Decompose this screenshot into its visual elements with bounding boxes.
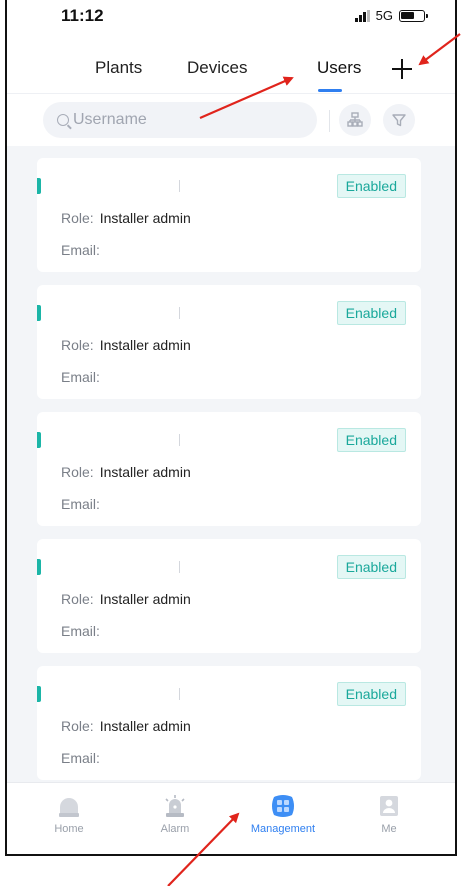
alarm-icon: [165, 795, 185, 817]
filter-button[interactable]: [383, 104, 415, 136]
nav-home[interactable]: Home: [29, 793, 109, 835]
user-card[interactable]: Enabled Role: Installer admin Email:: [37, 666, 421, 780]
role-value: Installer admin: [99, 210, 191, 226]
signal-icon: [354, 9, 370, 22]
add-user-button[interactable]: [391, 58, 413, 80]
role-value: Installer admin: [99, 464, 191, 480]
user-card[interactable]: Enabled Role: Installer admin Email:: [37, 285, 421, 399]
status-badge: Enabled: [336, 301, 406, 325]
org-structure-button[interactable]: [339, 104, 371, 136]
top-tabs: Plants Devices Users: [7, 56, 455, 94]
email-row: Email:: [61, 496, 106, 512]
search-icon: [57, 114, 69, 126]
status-badge: Enabled: [336, 555, 406, 579]
nav-me-label: Me: [381, 823, 397, 835]
battery-icon: [399, 9, 428, 22]
tab-plants[interactable]: Plants: [95, 58, 142, 78]
email-row: Email:: [61, 369, 106, 385]
tab-devices[interactable]: Devices: [187, 58, 247, 78]
role-label: Role:: [61, 718, 94, 734]
nav-management-label: Management: [250, 823, 316, 835]
role-value: Installer admin: [99, 337, 191, 353]
card-accent: [37, 432, 41, 448]
nav-alarm[interactable]: Alarm: [135, 793, 215, 835]
card-accent: [37, 178, 41, 194]
search-box[interactable]: [43, 102, 317, 138]
role-row: Role: Installer admin: [61, 210, 191, 226]
email-row: Email:: [61, 242, 106, 258]
email-row: Email:: [61, 623, 106, 639]
status-badge: Enabled: [336, 682, 406, 706]
role-row: Role: Installer admin: [61, 464, 191, 480]
nav-home-label: Home: [54, 823, 84, 835]
active-tab-indicator: [318, 89, 342, 92]
filter-icon: [392, 114, 406, 127]
network-label: 5G: [375, 8, 393, 23]
status-bar: 11:12 5G: [7, 0, 455, 34]
email-label: Email:: [61, 242, 100, 258]
status-indicators: 5G: [354, 8, 428, 23]
role-label: Role:: [61, 464, 94, 480]
email-label: Email:: [61, 496, 100, 512]
role-label: Role:: [61, 591, 94, 607]
user-card[interactable]: Enabled Role: Installer admin Email:: [37, 539, 421, 653]
redacted-name: [179, 307, 180, 319]
user-list: Enabled Role: Installer admin Email: Enab…: [7, 146, 455, 782]
role-row: Role: Installer admin: [61, 718, 191, 734]
nav-management[interactable]: Management: [243, 793, 323, 835]
role-value: Installer admin: [99, 591, 191, 607]
redacted-name: [179, 688, 180, 700]
status-badge: Enabled: [336, 174, 406, 198]
card-accent: [37, 305, 41, 321]
me-icon: [380, 796, 398, 816]
role-value: Installer admin: [99, 718, 191, 734]
nav-alarm-label: Alarm: [160, 823, 190, 835]
user-card[interactable]: Enabled Role: Installer admin Email:: [37, 158, 421, 272]
role-row: Role: Installer admin: [61, 337, 191, 353]
nav-me[interactable]: Me: [349, 793, 429, 835]
email-label: Email:: [61, 623, 100, 639]
email-row: Email:: [61, 750, 106, 766]
card-accent: [37, 559, 41, 575]
role-label: Role:: [61, 210, 94, 226]
org-chart-icon: [347, 112, 363, 127]
email-label: Email:: [61, 369, 100, 385]
search-input[interactable]: [73, 111, 303, 129]
bottom-nav: Home Alarm Management Me: [7, 782, 455, 854]
redacted-name: [179, 180, 180, 192]
redacted-name: [179, 434, 180, 446]
tab-users[interactable]: Users: [317, 58, 361, 78]
management-icon: [272, 795, 294, 817]
status-time: 11:12: [61, 6, 104, 25]
role-row: Role: Installer admin: [61, 591, 191, 607]
phone-frame: 11:12 5G Plants Devices Users Username E…: [5, 0, 457, 856]
role-label: Role:: [61, 337, 94, 353]
search-divider: [329, 110, 330, 132]
home-icon: [59, 798, 79, 817]
status-badge: Enabled: [336, 428, 406, 452]
redacted-name: [179, 561, 180, 573]
card-accent: [37, 686, 41, 702]
email-label: Email:: [61, 750, 100, 766]
user-card[interactable]: Enabled Role: Installer admin Email:: [37, 412, 421, 526]
